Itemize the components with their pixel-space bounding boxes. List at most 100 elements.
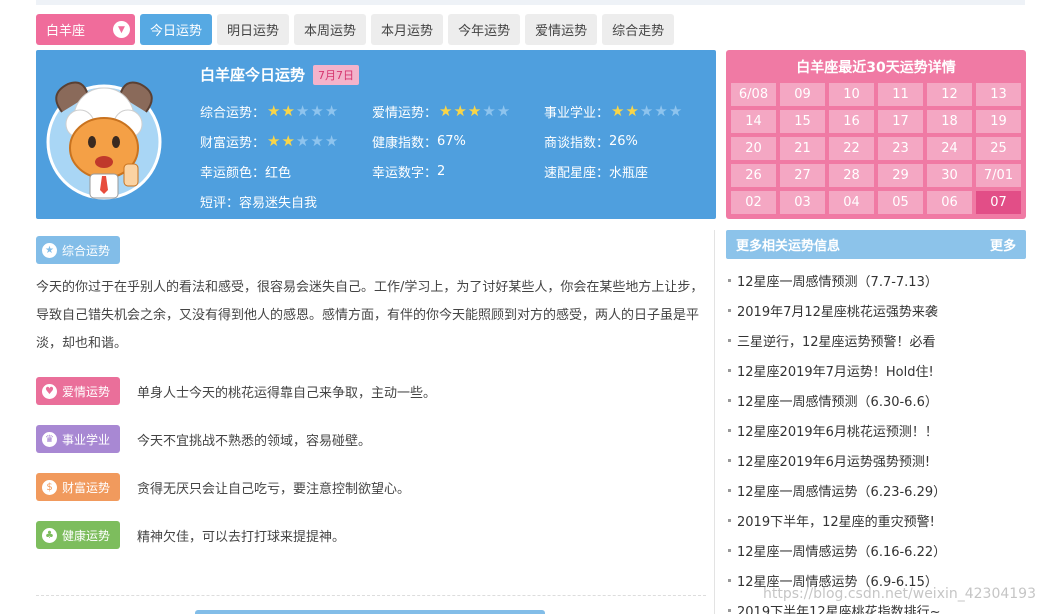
- stat-label: 爱情运势：: [372, 106, 438, 121]
- thirty-day-calendar: 白羊座最近30天运势详情 6/08 09 10 11 12 13 14 15 16 17 18 19 2…: [726, 50, 1026, 219]
- stat-label: 幸运数字：: [372, 166, 438, 181]
- star-empty-icon: ★: [654, 102, 668, 120]
- calendar-day[interactable]: 12: [927, 83, 972, 106]
- stat-label: 健康指数：: [372, 136, 438, 151]
- calendar-day[interactable]: 04: [829, 191, 874, 214]
- stat-value: 红色: [265, 166, 292, 181]
- bullet-icon: [728, 488, 731, 492]
- zodiac-select-label: 白羊座: [46, 24, 86, 39]
- bullet-icon: [728, 308, 731, 312]
- bullet-icon: [728, 518, 731, 522]
- tab-week[interactable]: 本周运势: [294, 14, 367, 45]
- calendar-day[interactable]: 29: [878, 164, 923, 187]
- calendar-day[interactable]: 23: [878, 137, 923, 160]
- fortune-tabs: 白羊座 ▼ 今日运势 明日运势 本周运势 本月运势 今年运势 爱情运势 综合走势: [36, 14, 675, 45]
- calendar-day[interactable]: 05: [878, 191, 923, 214]
- dollar-icon: $: [42, 479, 57, 495]
- calendar-day[interactable]: 06: [927, 191, 972, 214]
- chevron-down-icon: ▼: [113, 21, 130, 38]
- calendar-day[interactable]: 7/01: [976, 164, 1021, 187]
- calendar-day[interactable]: 17: [878, 110, 923, 133]
- section-overall-badge: ★ 综合运势: [36, 236, 121, 264]
- news-item-text: 12星座一周感情预测（6.30-6.6）: [737, 394, 938, 410]
- news-item[interactable]: 12星座一周感情预测（7.7-7.13）: [726, 265, 1026, 295]
- news-item[interactable]: 12星座一周情感运势（6.16-6.22）: [726, 535, 1026, 565]
- bullet-icon: [728, 608, 731, 612]
- calendar-day[interactable]: 6/08: [731, 83, 776, 106]
- calendar-day[interactable]: 13: [976, 83, 1021, 106]
- news-item[interactable]: 12星座2019年6月桃花运预测！！: [726, 415, 1026, 445]
- tab-year[interactable]: 今年运势: [448, 14, 521, 45]
- stat-match-sign: 速配星座： 水瓶座: [544, 162, 648, 181]
- calendar-day[interactable]: 19: [976, 110, 1021, 133]
- news-item[interactable]: 12星座2019年6月运势强势预测!: [726, 445, 1026, 475]
- calendar-day[interactable]: 22: [829, 137, 874, 160]
- bullet-icon: [728, 368, 731, 372]
- bullet-icon: [728, 338, 731, 342]
- star-empty-icon: ★: [496, 102, 511, 120]
- news-item[interactable]: 12星座2019年7月运势！Hold住!: [726, 355, 1026, 385]
- stat-label: 幸运颜色：: [200, 166, 266, 181]
- news-item-text: 12星座一周情感运势（6.16-6.22）: [737, 544, 947, 560]
- calendar-day[interactable]: 28: [829, 164, 874, 187]
- hero-title: 白羊座今日运势 7月7日: [200, 64, 360, 85]
- zodiac-select[interactable]: 白羊座 ▼: [36, 14, 135, 45]
- calendar-day[interactable]: 26: [731, 164, 776, 187]
- top-strip: [36, 0, 1025, 5]
- health-text: 精神欠佳，可以去打打球来提提神。: [137, 530, 346, 545]
- section-wealth-badge: $ 财富运势: [36, 473, 121, 501]
- star-filled-icon: ★: [281, 132, 295, 150]
- calendar-day[interactable]: 24: [927, 137, 972, 160]
- aries-mascot-image: [46, 81, 162, 200]
- news-item[interactable]: 12星座一周感情运势（6.23-6.29）: [726, 475, 1026, 505]
- calendar-day[interactable]: 27: [780, 164, 825, 187]
- star-filled-icon: ★: [439, 102, 453, 120]
- clover-icon: ♣: [42, 527, 57, 543]
- tab-trend[interactable]: 综合走势: [602, 14, 675, 45]
- star-icon: ★: [42, 242, 57, 258]
- section-label: 事业学业: [62, 432, 111, 447]
- calendar-day[interactable]: 11: [878, 83, 923, 106]
- calendar-day[interactable]: 21: [780, 137, 825, 160]
- news-item[interactable]: 12星座一周感情预测（6.30-6.6）: [726, 385, 1026, 415]
- calendar-day[interactable]: 09: [780, 83, 825, 106]
- calendar-day[interactable]: 10: [829, 83, 874, 106]
- stat-love: 爱情运势： ★ ★ ★ ★ ★: [372, 102, 511, 122]
- news-item[interactable]: 三星逆行，12星座运势预警！必看: [726, 325, 1026, 355]
- calendar-day[interactable]: 02: [731, 191, 776, 214]
- stat-label: 综合运势：: [200, 106, 266, 121]
- tab-today[interactable]: 今日运势: [140, 14, 213, 45]
- calendar-day[interactable]: 18: [927, 110, 972, 133]
- overall-text: 今天的你过于在乎别人的看法和感受，很容易会迷失自己。工作/学习上，为了讨好某些人…: [36, 280, 704, 351]
- star-filled-icon: ★: [267, 132, 281, 150]
- bullet-icon: [728, 428, 731, 432]
- love-text: 单身人士今天的桃花运得靠自己来争取，主动一些。: [137, 386, 437, 401]
- more-link[interactable]: 更多: [990, 235, 1016, 254]
- calendar-day[interactable]: 03: [780, 191, 825, 214]
- divider: [36, 595, 706, 596]
- tab-love[interactable]: 爱情运势: [525, 14, 598, 45]
- heart-icon: ♥: [42, 383, 57, 399]
- stat-comment: 短评： 容易迷失自我: [200, 192, 317, 211]
- news-item[interactable]: 2019年7月12星座桃花运强势来袭: [726, 295, 1026, 325]
- bullet-icon: [728, 578, 731, 582]
- section-label: 爱情运势: [62, 384, 111, 399]
- star-empty-icon: ★: [668, 102, 683, 120]
- stat-value: 26%: [609, 134, 638, 149]
- stat-health: 健康指数： 67%: [372, 132, 466, 151]
- calendar-grid: 6/08 09 10 11 12 13 14 15 16 17 18 19 20 21 22 23 24 25 26…: [731, 83, 1021, 214]
- calendar-day[interactable]: 14: [731, 110, 776, 133]
- tab-tomorrow[interactable]: 明日运势: [217, 14, 290, 45]
- calendar-day[interactable]: 15: [780, 110, 825, 133]
- star-filled-icon: ★: [625, 102, 639, 120]
- calendar-day[interactable]: 25: [976, 137, 1021, 160]
- calendar-day[interactable]: 30: [927, 164, 972, 187]
- news-item-text: 12星座2019年6月运势强势预测!: [737, 454, 931, 470]
- tab-month[interactable]: 本月运势: [371, 14, 444, 45]
- star-empty-icon: ★: [324, 102, 339, 120]
- news-item[interactable]: 2019下半年，12星座的重灾预警!: [726, 505, 1026, 535]
- calendar-day[interactable]: 20: [731, 137, 776, 160]
- news-item-text: 12星座一周感情运势（6.23-6.29）: [737, 484, 947, 500]
- calendar-day[interactable]: 16: [829, 110, 874, 133]
- calendar-day[interactable]: 07: [976, 191, 1021, 214]
